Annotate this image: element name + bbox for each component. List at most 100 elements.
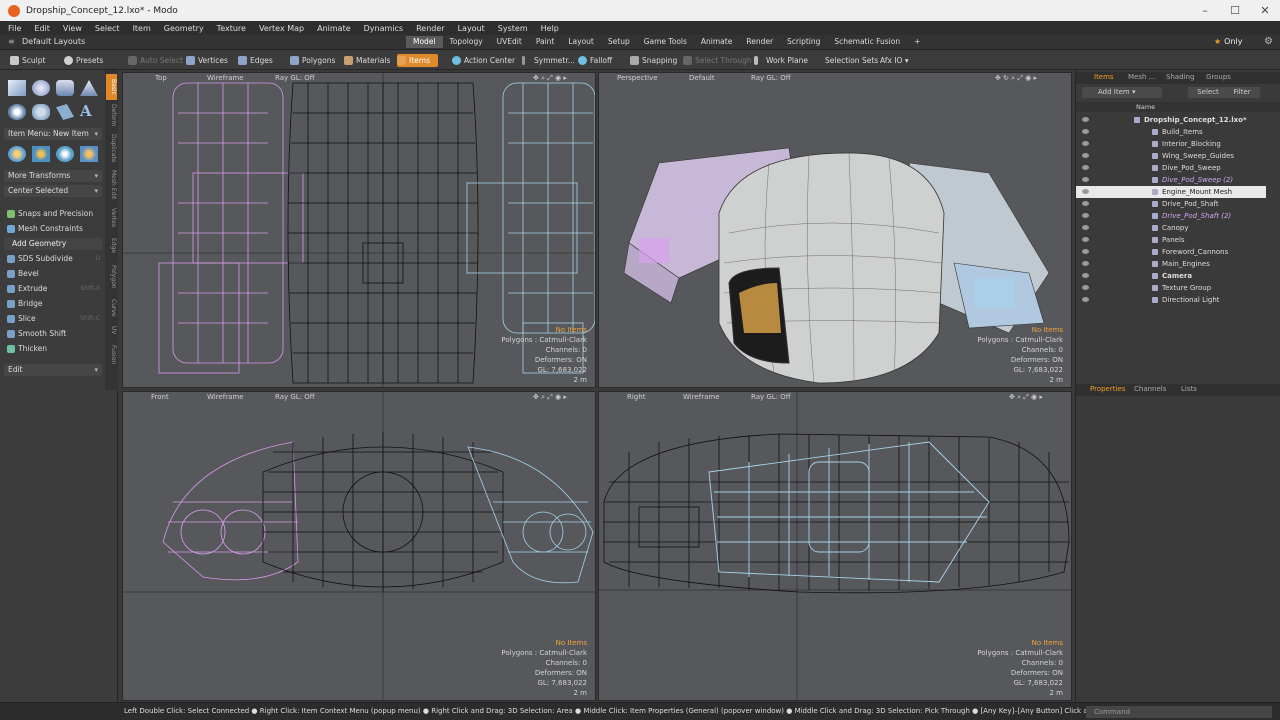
polygons-button[interactable]: Polygons [290,54,335,67]
command-input[interactable]: Command [1086,706,1272,718]
viewport-nav-icons[interactable]: ✥ ⌕ ⤢ ◉ ▸ [533,393,567,402]
layout-menu-icon[interactable]: ≡ [8,37,15,46]
scale-icon[interactable] [56,146,74,162]
visibility-eye-icon[interactable] [1082,165,1089,170]
action-center-button[interactable]: Action Center [452,54,515,67]
raygl-label[interactable]: Ray GL: Off [751,393,791,401]
viewport-nav-icons[interactable]: ✥ ⌕ ⤢ ◉ ▸ [1009,393,1043,402]
vtab-fusion[interactable]: Fusion [106,340,117,370]
vtab-basic[interactable]: Basic [106,74,117,100]
viewport-nav-icons[interactable]: ✥ ↻ ⌕ ⤢ ◉ ▸ [995,74,1037,83]
auto-select-button[interactable]: Auto Select [128,54,183,67]
tab-lists[interactable]: Lists [1181,385,1197,393]
viewport-top[interactable]: Top Wireframe Ray GL: Off ✥ ⌕ ⤢ ◉ ▸ No I… [122,72,596,388]
item-menu-dropdown[interactable]: Item Menu: New Item [4,128,102,140]
view-label[interactable]: Front [151,393,169,401]
afx-io-button[interactable]: Afx IO ▾ [868,54,909,67]
shading-label[interactable]: Wireframe [207,393,244,401]
select-button[interactable]: Select [1188,87,1228,98]
visibility-eye-icon[interactable] [1082,201,1089,206]
work-plane-button[interactable]: Work Plane [754,54,808,67]
visibility-eye-icon[interactable] [1082,129,1089,134]
slice-button[interactable]: Slice Shift-C [4,313,102,325]
list-item[interactable]: Camera [1076,270,1266,282]
tab-items[interactable]: Items [1094,73,1114,81]
menu-texture[interactable]: Texture [217,24,246,33]
vtab-deform[interactable]: Deform [106,102,117,128]
torus-icon[interactable] [8,104,26,120]
raygl-label[interactable]: Ray GL: Off [275,74,315,82]
visibility-eye-icon[interactable] [1082,225,1089,230]
menu-animate[interactable]: Animate [317,24,351,33]
tab-mesh-ops[interactable]: Mesh ... [1128,73,1155,81]
vtab-duplicate[interactable]: Duplicate [106,130,117,166]
tab-topology[interactable]: Topology [443,36,490,48]
list-item[interactable]: Panels [1076,234,1266,246]
menu-system[interactable]: System [498,24,528,33]
extrude-button[interactable]: Extrude Shift-X [4,283,102,295]
transform-icon[interactable] [80,146,98,162]
menu-vertex-map[interactable]: Vertex Map [259,24,304,33]
pen-icon[interactable] [56,104,74,120]
default-layouts-dropdown[interactable]: Default Layouts [22,37,85,46]
tab-render[interactable]: Render [739,36,780,48]
bridge-button[interactable]: Bridge [4,298,102,310]
view-label[interactable]: Perspective [617,74,658,82]
sds-subdivide-button[interactable]: SDS Subdivide D [4,253,102,265]
list-item[interactable]: Drive_Pod_Shaft [1076,198,1266,210]
center-selected-dropdown[interactable]: Center Selected [4,185,102,197]
edges-button[interactable]: Edges [238,54,273,67]
list-item[interactable]: Canopy [1076,222,1266,234]
text-icon[interactable]: A [80,102,98,120]
maximize-icon[interactable]: ☐ [1218,0,1252,21]
snaps-precision-button[interactable]: Snaps and Precision [4,208,102,220]
rotate-icon[interactable] [32,146,50,162]
list-item[interactable]: Foreword_Cannons [1076,246,1266,258]
more-transforms-dropdown[interactable]: More Transforms [4,170,102,182]
vtab-curve[interactable]: Curve [106,296,117,320]
symmetry-button[interactable]: Symmetr... [522,54,575,67]
list-item[interactable]: Wing_Sweep_Guides [1076,150,1266,162]
viewport-nav-icons[interactable]: ✥ ⌕ ⤢ ◉ ▸ [533,74,567,83]
minimize-icon[interactable]: – [1188,0,1222,21]
visibility-eye-icon[interactable] [1082,177,1089,182]
raygl-label[interactable]: Ray GL: Off [751,74,791,82]
list-item[interactable]: Dive_Pod_Sweep [1076,162,1266,174]
tab-game-tools[interactable]: Game Tools [637,36,694,48]
smooth-shift-button[interactable]: Smooth Shift [4,328,102,340]
menu-render[interactable]: Render [416,24,444,33]
bevel-button[interactable]: Bevel [4,268,102,280]
materials-button[interactable]: Materials [344,54,390,67]
cone-icon[interactable] [80,80,98,96]
mesh-constraints-button[interactable]: Mesh Constraints [4,223,102,235]
falloff-button[interactable]: Falloff [578,54,612,67]
sculpt-button[interactable]: Sculpt [10,54,45,67]
items-button[interactable]: Items [397,54,438,67]
visibility-eye-icon[interactable] [1082,261,1089,266]
menu-layout[interactable]: Layout [458,24,485,33]
list-item[interactable]: Dive_Pod_Sweep (2) [1076,174,1266,186]
viewport-perspective[interactable]: Perspective Default Ray GL: Off ✥ ↻ ⌕ ⤢ … [598,72,1072,388]
tab-model[interactable]: Model [406,36,443,48]
tab-channels[interactable]: Channels [1134,385,1166,393]
shading-label[interactable]: Default [689,74,715,82]
raygl-label[interactable]: Ray GL: Off [275,393,315,401]
list-item[interactable]: Build_Items [1076,126,1266,138]
menu-file[interactable]: File [8,24,21,33]
edit-dropdown[interactable]: Edit [4,364,102,376]
visibility-eye-icon[interactable] [1082,117,1089,122]
filter-button[interactable]: Filter [1224,87,1260,98]
tab-paint[interactable]: Paint [529,36,562,48]
tab-schematic-fusion[interactable]: Schematic Fusion [827,36,907,48]
snapping-button[interactable]: Snapping [630,54,677,67]
menu-help[interactable]: Help [541,24,559,33]
sphere-icon[interactable] [32,80,50,96]
list-item[interactable]: Engine_Mount Mesh [1076,186,1266,198]
visibility-eye-icon[interactable] [1082,141,1089,146]
view-label[interactable]: Right [627,393,645,401]
list-item[interactable]: Dropship_Concept_12.lxo* [1076,114,1266,126]
shading-label[interactable]: Wireframe [683,393,720,401]
visibility-eye-icon[interactable] [1082,237,1089,242]
viewport-front[interactable]: Front Wireframe Ray GL: Off ✥ ⌕ ⤢ ◉ ▸ No… [122,391,596,701]
thicken-button[interactable]: Thicken [4,343,102,355]
